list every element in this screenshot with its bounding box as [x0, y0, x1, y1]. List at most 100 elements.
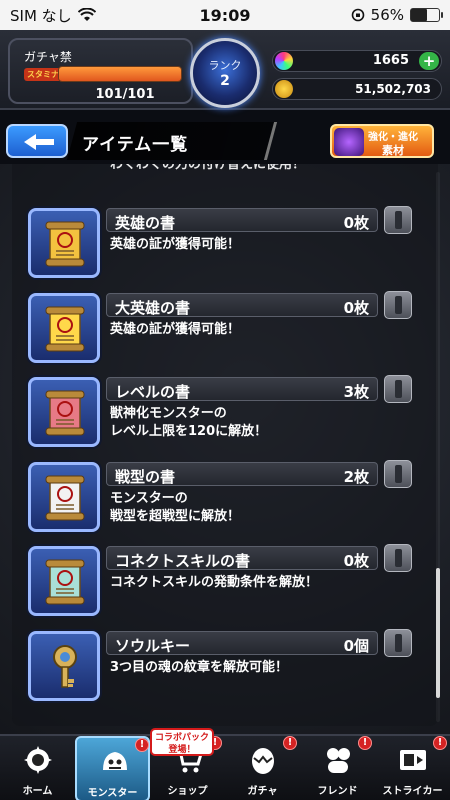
- nav-item-friend[interactable]: フレンド!: [300, 736, 375, 800]
- item-name: 戦型の書: [115, 468, 176, 486]
- rotation-lock-icon: [351, 8, 364, 22]
- list-item[interactable]: 英雄の書 0枚英雄の証が獲得可能！: [28, 206, 418, 280]
- scroll-teal-icon[interactable]: [28, 546, 100, 616]
- info-icon: [395, 549, 402, 567]
- orb-count: 1665: [372, 53, 409, 68]
- scroll-red-icon[interactable]: [28, 208, 100, 278]
- stamina-bar: [58, 66, 182, 82]
- item-name-bar: コネクトスキルの書 0枚: [106, 546, 378, 570]
- item-count: 0枚: [343, 552, 369, 570]
- list-item[interactable]: コネクトスキルの書 0枚コネクトスキルの発動条件を解放！: [28, 544, 418, 618]
- item-list-area[interactable]: わくわくの力の付け替えに使用！ 英雄の書 0枚 英雄の証が獲得可能！ 大英雄の書 0枚英…: [0, 164, 450, 734]
- list-item[interactable]: ソウルキー 0個 3つ目の魂の紋章を解放可能！: [28, 629, 418, 703]
- item-name: 大英雄の書: [115, 299, 191, 317]
- info-icon: [395, 634, 402, 652]
- list-item[interactable]: 大英雄の書 0枚英雄の証が獲得可能！: [28, 291, 418, 365]
- scroll-white-icon[interactable]: [28, 462, 100, 532]
- wifi-icon: [77, 8, 96, 21]
- gacha-egg-icon: [247, 744, 279, 776]
- info-button[interactable]: [384, 206, 412, 234]
- info-button[interactable]: [384, 460, 412, 488]
- rank-badge[interactable]: ランク 2: [190, 38, 260, 108]
- item-count: 2枚: [343, 468, 369, 486]
- page-title: アイテム一覧: [82, 135, 189, 155]
- nav-label: ストライカー: [382, 786, 443, 797]
- info-icon: [395, 465, 402, 483]
- back-button[interactable]: [6, 124, 68, 158]
- list-item[interactable]: レベルの書 3枚獣神化モンスターの レベル上限を120に解放！: [28, 375, 418, 449]
- evo-button-line2: 素材: [382, 144, 404, 157]
- item-name-bar: 大英雄の書 0枚: [106, 293, 378, 317]
- scrollbar[interactable]: [436, 172, 440, 722]
- title-bar: アイテム一覧 強化・進化 素材: [0, 118, 450, 164]
- coin-counter: 51,502,703: [272, 78, 442, 100]
- orb-icon: [275, 52, 293, 70]
- item-name: 英雄の書: [115, 214, 176, 232]
- info-button[interactable]: [384, 291, 412, 319]
- item-name: レベルの書: [115, 383, 191, 401]
- item-description: わくわくの力の付け替えに使用！: [110, 164, 306, 172]
- item-name: コネクトスキルの書: [115, 552, 251, 570]
- scroll-gold-icon[interactable]: [28, 293, 100, 363]
- collab-pack-tag[interactable]: コラボパック 登場！: [150, 728, 214, 756]
- item-name-bar: ソウルキー 0個: [106, 631, 378, 655]
- info-button[interactable]: [384, 375, 412, 403]
- battery-percent: 56%: [370, 6, 404, 24]
- rank-label: ランク: [208, 59, 242, 72]
- nav-item-home[interactable]: ホーム: [0, 736, 75, 800]
- stamina-label: スタミナ: [24, 68, 62, 81]
- nav-label: ショップ: [167, 786, 208, 797]
- info-button[interactable]: [384, 629, 412, 657]
- list-item[interactable]: 戦型の書 2枚モンスターの 戦型を超戦型に解放！: [28, 460, 418, 534]
- scroll-pink-icon[interactable]: [28, 377, 100, 447]
- item-description: 3つ目の魂の紋章を解放可能！: [110, 660, 289, 675]
- item-name-bar: 戦型の書 2枚: [106, 462, 378, 486]
- item-count: 3枚: [343, 383, 369, 401]
- player-header: ガチャ禁 スタミナ 101/101 ランク 2 1665 + 51,502,70…: [0, 30, 450, 110]
- item-description: コネクトスキルの発動条件を解放！: [110, 575, 319, 590]
- list-item-partial: わくわくの力の付け替えに使用！: [28, 164, 418, 186]
- item-name-bar: レベルの書 3枚: [106, 377, 378, 401]
- coin-count: 51,502,703: [355, 82, 431, 96]
- home-icon: [22, 744, 54, 776]
- status-bar: SIM なし 19:09 56%: [0, 0, 450, 30]
- player-status-panel[interactable]: ガチャ禁 スタミナ 101/101: [8, 38, 193, 104]
- info-button[interactable]: [384, 544, 412, 572]
- item-count: 0個: [343, 637, 369, 655]
- nav-label: モンスター: [87, 788, 138, 799]
- bottom-navigation: ホーム モンスター! ショップ! ガチャ! フレンド! ストライカー!: [0, 734, 450, 800]
- info-icon: [395, 380, 402, 398]
- notification-badge: !: [433, 736, 447, 750]
- notification-badge: !: [358, 736, 372, 750]
- item-description: 獣神化モンスターの レベル上限を120に解放！: [110, 406, 268, 439]
- nav-item-gacha-egg[interactable]: ガチャ!: [225, 736, 300, 800]
- monster-icon: [99, 746, 131, 778]
- nav-label: フレンド: [317, 786, 358, 797]
- item-description: 英雄の証が獲得可能！: [110, 322, 241, 337]
- materials-icon: [334, 128, 364, 156]
- friend-icon: [322, 744, 354, 776]
- nav-item-monster[interactable]: モンスター!: [75, 736, 150, 800]
- item-description: 英雄の証が獲得可能！: [110, 237, 241, 252]
- item-count: 0枚: [343, 299, 369, 317]
- striker-icon: [397, 744, 429, 776]
- add-orb-button[interactable]: +: [419, 52, 439, 70]
- item-description: モンスターの 戦型を超戦型に解放！: [110, 491, 241, 524]
- battery-icon: [410, 8, 443, 22]
- carrier-label: SIM なし: [10, 6, 72, 25]
- rank-value: 2: [220, 73, 230, 89]
- soul-key-icon[interactable]: [28, 631, 100, 701]
- item-name-bar: 英雄の書 0枚: [106, 208, 378, 232]
- nav-item-striker[interactable]: ストライカー!: [375, 736, 450, 800]
- evolution-materials-button[interactable]: 強化・進化 素材: [330, 124, 434, 158]
- stamina-value: 101/101: [95, 87, 155, 102]
- info-icon: [395, 211, 402, 229]
- gacha-restriction-label: ガチャ禁: [24, 50, 72, 64]
- notification-badge: !: [135, 738, 149, 752]
- item-name: ソウルキー: [115, 637, 191, 655]
- evo-button-line1: 強化・進化: [368, 132, 418, 143]
- collab-tag-text: コラボパック 登場！: [154, 733, 209, 755]
- scroll-thumb[interactable]: [436, 568, 440, 698]
- coin-icon: [275, 80, 293, 98]
- info-icon: [395, 296, 402, 314]
